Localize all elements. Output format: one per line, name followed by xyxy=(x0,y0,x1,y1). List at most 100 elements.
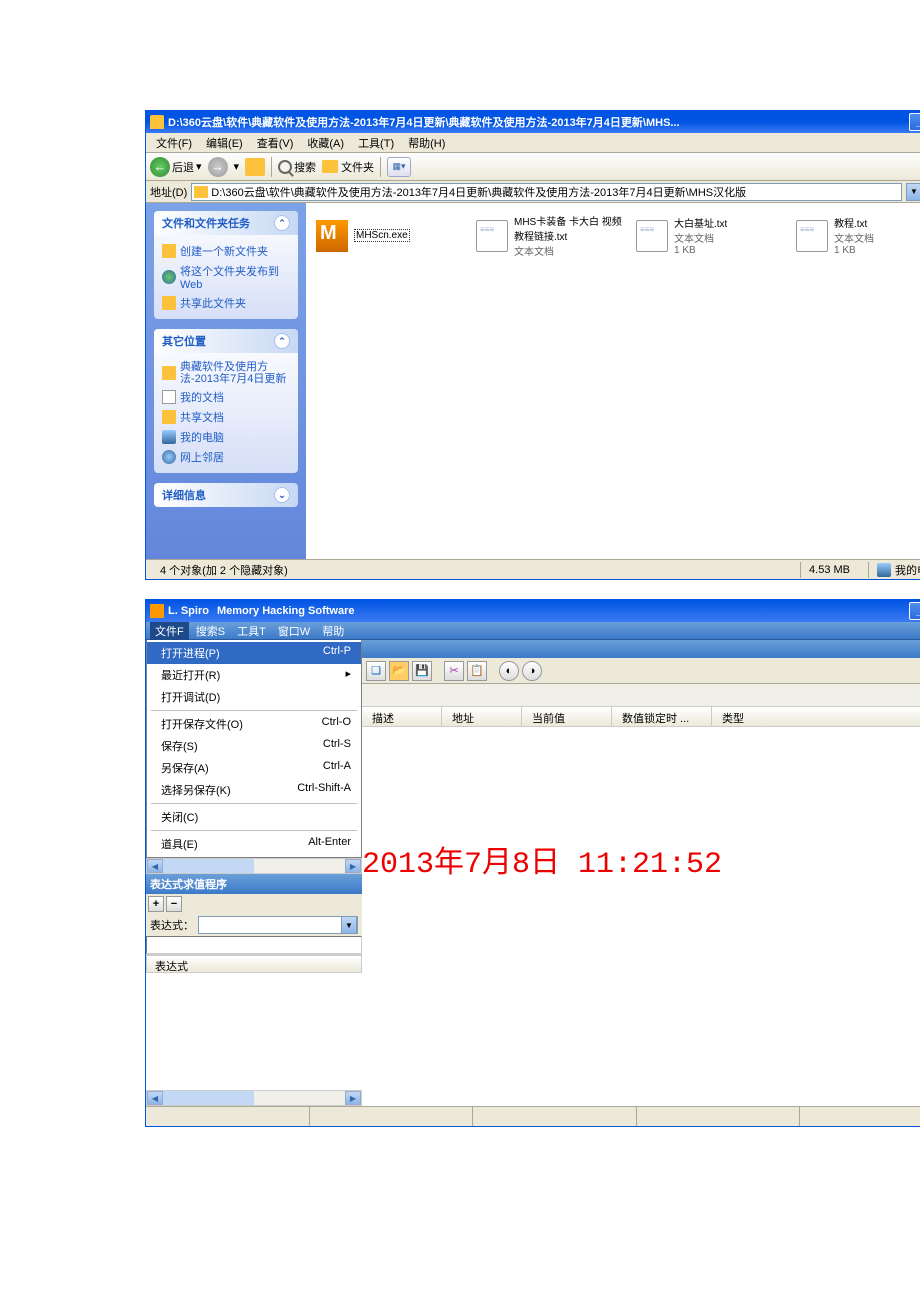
menu-save[interactable]: 保存(S)Ctrl-S xyxy=(147,735,361,757)
file-name: 教程.txt xyxy=(834,215,874,230)
save-icon[interactable]: 💾 xyxy=(412,661,432,681)
minimize-button[interactable]: _ xyxy=(909,113,920,131)
explorer-titlebar[interactable]: D:\360云盘\软件\典藏软件及使用方法-2013年7月4日更新\典藏软件及使… xyxy=(146,111,920,133)
folder-icon xyxy=(162,410,176,424)
globe-icon xyxy=(162,270,176,284)
collapse-icon[interactable]: ⌃ xyxy=(274,215,290,231)
file-name: MHS卡装备 卡大白 视频教程链接.txt xyxy=(514,213,626,243)
tasks-group: 文件和文件夹任务 ⌃ 创建一个新文件夹 将这个文件夹发布到 Web 共享此文件夹 xyxy=(154,211,298,319)
explorer-menubar: 文件(F) 编辑(E) 查看(V) 收藏(A) 工具(T) 帮助(H) xyxy=(146,133,920,153)
details-title: 详细信息 xyxy=(162,487,206,503)
expression-column-header[interactable]: 表达式 xyxy=(146,955,362,973)
task-publish-web[interactable]: 将这个文件夹发布到 Web xyxy=(162,261,290,293)
expression-combo[interactable]: ▼ xyxy=(198,916,358,934)
horizontal-scrollbar[interactable]: ◀ ▶ xyxy=(146,1090,362,1106)
menu-favorites[interactable]: 收藏(A) xyxy=(301,133,350,153)
add-button[interactable]: + xyxy=(148,896,164,912)
col-description[interactable]: 描述 xyxy=(362,707,442,726)
up-button[interactable] xyxy=(245,158,265,176)
menu-tools[interactable]: 工具T xyxy=(232,622,271,640)
place-my-computer[interactable]: 我的电脑 xyxy=(162,427,290,447)
menu-recent[interactable]: 最近打开(R) xyxy=(147,664,361,686)
status-bar: 4 个对象(加 2 个隐藏对象) 4.53 MB 我的电脑 xyxy=(146,559,920,579)
open-icon[interactable]: 📂 xyxy=(389,661,409,681)
exe-icon xyxy=(316,220,348,252)
file-type: 文本文档 xyxy=(674,230,727,245)
mhs-menubar: 文件F 搜索S 工具T 窗口W 帮助 xyxy=(146,622,920,640)
task-new-folder[interactable]: 创建一个新文件夹 xyxy=(162,241,290,261)
menu-view[interactable]: 查看(V) xyxy=(251,133,300,153)
file-type: 文本文档 xyxy=(514,243,626,258)
scroll-right-icon[interactable]: ▶ xyxy=(345,859,361,873)
menu-open-save-file[interactable]: 打开保存文件(O)Ctrl-O xyxy=(147,713,361,735)
folders-button[interactable]: 文件夹 xyxy=(322,159,374,175)
collapse-icon[interactable]: ⌃ xyxy=(274,333,290,349)
scroll-left-icon[interactable]: ◀ xyxy=(147,1091,163,1105)
back-label: 后退 xyxy=(172,159,194,175)
place-my-documents[interactable]: 我的文档 xyxy=(162,387,290,407)
status-location: 我的电脑 xyxy=(868,562,920,578)
place-parent-folder[interactable]: 典藏软件及使用方法-2013年7月4日更新 xyxy=(162,359,290,387)
menu-window[interactable]: 窗口W xyxy=(273,622,315,640)
tool-icon[interactable]: 📋 xyxy=(467,661,487,681)
menu-help[interactable]: 帮助 xyxy=(317,622,349,640)
expression-list xyxy=(146,973,362,1090)
menu-file[interactable]: 文件(F) xyxy=(150,133,198,153)
app-author: L. Spiro xyxy=(168,605,209,617)
scroll-left-icon[interactable]: ◀ xyxy=(147,859,163,873)
forward-button[interactable]: → xyxy=(208,157,228,177)
col-locked-value[interactable]: 数值锁定时 ... xyxy=(612,707,712,726)
address-input[interactable]: D:\360云盘\软件\典藏软件及使用方法-2013年7月4日更新\典藏软件及使… xyxy=(191,183,902,201)
tool-icon[interactable]: ✂ xyxy=(444,661,464,681)
folder-icon xyxy=(162,244,176,258)
col-current-value[interactable]: 当前值 xyxy=(522,707,612,726)
expand-icon[interactable]: ⌄ xyxy=(274,487,290,503)
menu-file[interactable]: 文件F xyxy=(150,622,189,640)
file-item[interactable]: MHS卡装备 卡大白 视频教程链接.txt文本文档 xyxy=(476,213,626,258)
other-places-group: 其它位置 ⌃ 典藏软件及使用方法-2013年7月4日更新 我的文档 共享文档 我… xyxy=(154,329,298,473)
status-size: 4.53 MB xyxy=(800,562,858,578)
search-icon xyxy=(278,160,292,174)
tasks-title: 文件和文件夹任务 xyxy=(162,215,250,231)
menu-properties[interactable]: 道具(E)Alt-Enter xyxy=(147,833,361,855)
menu-help[interactable]: 帮助(H) xyxy=(402,133,451,153)
file-item[interactable]: 大白基址.txt文本文档1 KB xyxy=(636,213,786,258)
search-button[interactable]: 搜索 xyxy=(278,159,316,175)
file-item[interactable]: 教程.txt文本文档1 KB xyxy=(796,213,920,258)
address-dropdown[interactable]: ▼ xyxy=(906,183,920,201)
horizontal-scrollbar[interactable]: ◀ ▶ xyxy=(146,858,362,874)
new-icon[interactable]: ❏ xyxy=(366,661,386,681)
mhs-titlebar[interactable]: L. Spiro Memory Hacking Software _ □ × xyxy=(146,600,920,622)
file-type: 文本文档 xyxy=(834,230,874,245)
network-icon xyxy=(162,450,176,464)
mhs-left-panel: 打开进程(P)Ctrl-P 最近打开(R) 打开调试(D) 打开保存文件(O)C… xyxy=(146,640,362,1106)
back-button[interactable]: ← 后退 ▾ xyxy=(150,157,202,177)
minimize-button[interactable]: _ xyxy=(909,602,920,620)
scroll-right-icon[interactable]: ▶ xyxy=(345,1091,361,1105)
txt-icon xyxy=(476,220,508,252)
menu-tools[interactable]: 工具(T) xyxy=(352,133,400,153)
tool-icon[interactable]: ◑ xyxy=(522,661,542,681)
file-item[interactable]: MHScn.exe xyxy=(316,213,466,258)
menu-close[interactable]: 关闭(C) xyxy=(147,806,361,828)
remove-button[interactable]: − xyxy=(166,896,182,912)
app-icon xyxy=(150,604,164,618)
col-type[interactable]: 类型 xyxy=(712,707,920,726)
place-network[interactable]: 网上邻居 xyxy=(162,447,290,467)
menu-search[interactable]: 搜索S xyxy=(191,622,230,640)
details-group: 详细信息 ⌄ xyxy=(154,483,298,507)
folder-icon xyxy=(162,366,176,380)
menu-select-save-as[interactable]: 选择另保存(K)Ctrl-Shift-A xyxy=(147,779,361,801)
place-shared-documents[interactable]: 共享文档 xyxy=(162,407,290,427)
tool-icon[interactable]: ◐ xyxy=(499,661,519,681)
menu-edit[interactable]: 编辑(E) xyxy=(200,133,249,153)
views-button[interactable]: ▦▾ xyxy=(387,157,411,177)
menu-open-process[interactable]: 打开进程(P)Ctrl-P xyxy=(147,642,361,664)
folder-icon xyxy=(194,186,208,198)
chevron-down-icon[interactable]: ▼ xyxy=(341,916,357,934)
menu-open-debug[interactable]: 打开调试(D) xyxy=(147,686,361,708)
menu-save-as[interactable]: 另保存(A)Ctrl-A xyxy=(147,757,361,779)
status-objects: 4 个对象(加 2 个隐藏对象) xyxy=(152,562,790,578)
task-share[interactable]: 共享此文件夹 xyxy=(162,293,290,313)
col-address[interactable]: 地址 xyxy=(442,707,522,726)
